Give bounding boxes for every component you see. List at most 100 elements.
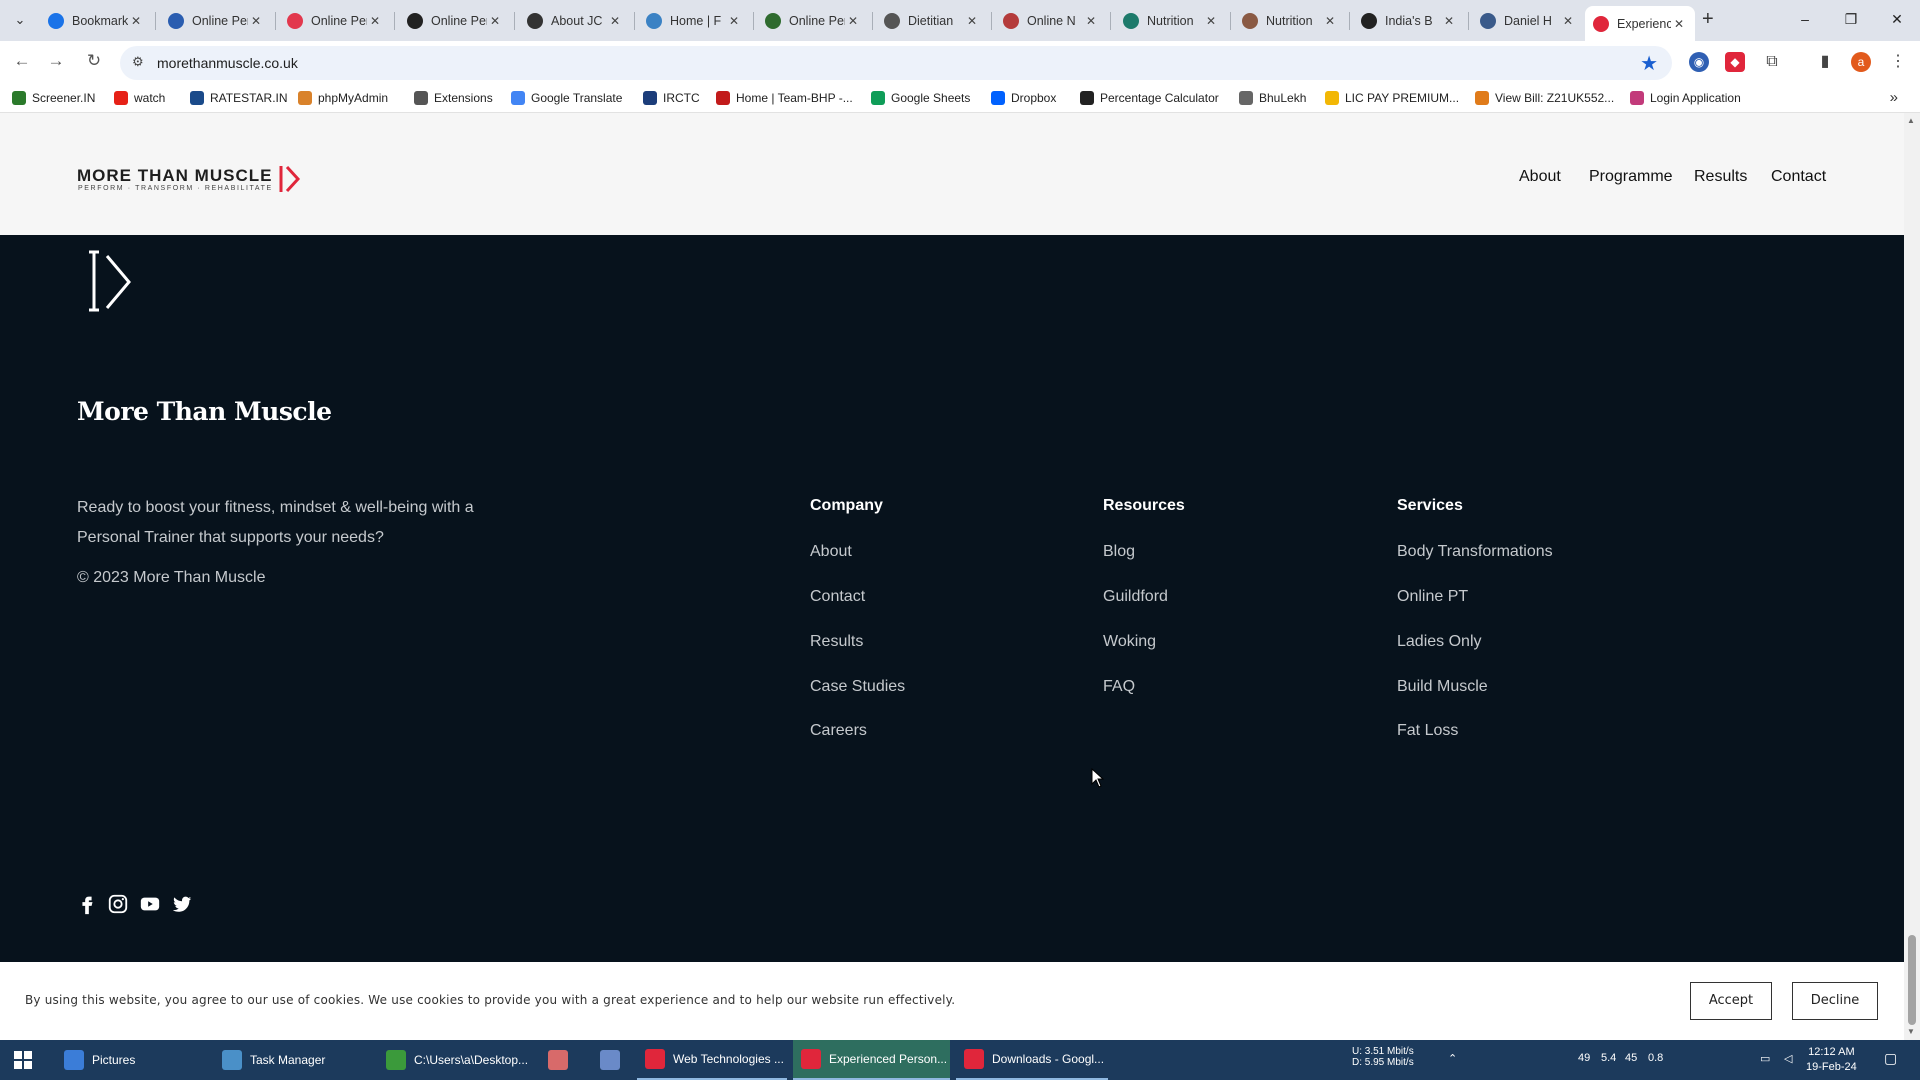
taskbar-app[interactable] bbox=[540, 1040, 576, 1080]
tab-search-icon[interactable]: ⌄ bbox=[8, 8, 32, 32]
browser-tab[interactable]: Experienced✕ bbox=[1585, 6, 1695, 41]
nav-about[interactable]: About bbox=[1519, 168, 1561, 186]
taskbar-app[interactable]: Web Technologies ... bbox=[637, 1040, 787, 1080]
footer-link[interactable]: Woking bbox=[1103, 633, 1156, 651]
bookmark-item[interactable]: IRCTC bbox=[643, 91, 700, 105]
nav-programme[interactable]: Programme bbox=[1589, 168, 1673, 186]
footer-link[interactable]: Build Muscle bbox=[1397, 678, 1488, 696]
more-bookmarks-icon[interactable]: » bbox=[1890, 89, 1898, 106]
bookmark-item[interactable]: Login Application bbox=[1630, 91, 1741, 105]
clock[interactable]: 12:12 AM 19-Feb-24 bbox=[1806, 1045, 1857, 1075]
browser-tab[interactable]: Daniel H ✕ bbox=[1472, 6, 1584, 36]
restore-button[interactable]: ❐ bbox=[1828, 5, 1874, 33]
footer-link[interactable]: About bbox=[810, 543, 852, 561]
bookmark-item[interactable]: Home | Team-BHP -... bbox=[716, 91, 853, 105]
tab-close-icon[interactable]: ✕ bbox=[1322, 14, 1338, 28]
taskbar-app[interactable]: Experienced Person... bbox=[793, 1040, 950, 1080]
footer-link[interactable]: Ladies Only bbox=[1397, 633, 1482, 651]
footer-link[interactable]: Blog bbox=[1103, 543, 1135, 561]
decline-cookies-button[interactable]: Decline bbox=[1792, 982, 1878, 1020]
footer-link[interactable]: Results bbox=[810, 633, 863, 651]
browser-tab[interactable]: Nutrition ✕ bbox=[1234, 6, 1346, 36]
bookmark-item[interactable]: watch bbox=[114, 91, 165, 105]
tab-close-icon[interactable]: ✕ bbox=[1083, 14, 1099, 28]
tab-close-icon[interactable]: ✕ bbox=[128, 14, 144, 28]
browser-tab[interactable]: Bookmarks✕ bbox=[40, 6, 152, 36]
accept-cookies-button[interactable]: Accept bbox=[1690, 982, 1772, 1020]
tab-close-icon[interactable]: ✕ bbox=[487, 14, 503, 28]
network-icon[interactable]: ▭ bbox=[1760, 1052, 1770, 1065]
adblock-extension-icon[interactable]: ◆ bbox=[1725, 52, 1745, 72]
browser-tab[interactable]: Online Personal✕ bbox=[399, 6, 511, 36]
footer-link[interactable]: Fat Loss bbox=[1397, 722, 1458, 740]
bookmark-item[interactable]: Extensions bbox=[414, 91, 493, 105]
bookmark-item[interactable]: Dropbox bbox=[991, 91, 1056, 105]
footer-link[interactable]: Online PT bbox=[1397, 588, 1468, 606]
facebook-icon[interactable] bbox=[76, 893, 98, 915]
taskbar-app[interactable]: Downloads - Googl... bbox=[956, 1040, 1108, 1080]
browser-tab[interactable]: Online Personal✕ bbox=[757, 6, 869, 36]
tab-close-icon[interactable]: ✕ bbox=[1203, 14, 1219, 28]
footer-link[interactable]: Guildford bbox=[1103, 588, 1168, 606]
bookmark-item[interactable]: Screener.IN bbox=[12, 91, 95, 105]
windows-start-icon[interactable] bbox=[14, 1051, 32, 1069]
scroll-up-icon[interactable]: ▲ bbox=[1907, 116, 1915, 125]
tab-close-icon[interactable]: ✕ bbox=[607, 14, 623, 28]
notifications-icon[interactable]: ▢ bbox=[1884, 1050, 1897, 1067]
forward-icon[interactable]: → bbox=[44, 51, 68, 71]
close-window-button[interactable]: ✕ bbox=[1874, 5, 1920, 33]
minimize-button[interactable]: – bbox=[1782, 5, 1828, 33]
footer-link[interactable]: Body Transformations bbox=[1397, 543, 1553, 561]
url-text[interactable]: morethanmuscle.co.uk bbox=[157, 55, 298, 71]
tab-close-icon[interactable]: ✕ bbox=[1441, 14, 1457, 28]
bookmark-item[interactable]: Google Translate bbox=[511, 91, 622, 105]
bookmark-item[interactable]: BhuLekh bbox=[1239, 91, 1306, 105]
site-info-icon[interactable]: ⚙ bbox=[132, 54, 144, 70]
footer-link[interactable]: Contact bbox=[810, 588, 865, 606]
extension-icon[interactable]: ◉ bbox=[1689, 52, 1709, 72]
taskbar-app[interactable]: Task Manager bbox=[214, 1040, 372, 1080]
back-icon[interactable]: ← bbox=[10, 51, 34, 71]
extensions-puzzle-icon[interactable]: ⧉ bbox=[1762, 52, 1782, 72]
tab-close-icon[interactable]: ✕ bbox=[367, 14, 383, 28]
browser-tab[interactable]: Online Personal✕ bbox=[279, 6, 391, 36]
tab-close-icon[interactable]: ✕ bbox=[1560, 14, 1576, 28]
volume-icon[interactable]: ◁ bbox=[1784, 1052, 1792, 1065]
nav-results[interactable]: Results bbox=[1694, 168, 1747, 186]
nav-contact[interactable]: Contact bbox=[1771, 168, 1826, 186]
tray-expand-icon[interactable]: ⌃ bbox=[1448, 1052, 1457, 1065]
footer-link[interactable]: FAQ bbox=[1103, 678, 1135, 696]
address-bar[interactable]: ⚙ morethanmuscle.co.uk ★ bbox=[120, 46, 1672, 80]
tab-close-icon[interactable]: ✕ bbox=[726, 14, 742, 28]
bookmark-item[interactable]: Percentage Calculator bbox=[1080, 91, 1219, 105]
menu-dots-icon[interactable]: ⋮ bbox=[1888, 52, 1908, 72]
reload-icon[interactable]: ↻ bbox=[82, 51, 106, 71]
bookmark-star-icon[interactable]: ★ bbox=[1640, 51, 1658, 76]
browser-tab[interactable]: Home | F ✕ bbox=[638, 6, 750, 36]
bookmark-item[interactable]: View Bill: Z21UK552... bbox=[1475, 91, 1614, 105]
taskbar-app[interactable] bbox=[592, 1040, 628, 1080]
browser-tab[interactable]: About JC ✕ bbox=[519, 6, 631, 36]
tab-close-icon[interactable]: ✕ bbox=[964, 14, 980, 28]
side-panel-icon[interactable]: ▮ bbox=[1815, 52, 1835, 72]
taskbar-app[interactable]: C:\Users\a\Desktop... bbox=[378, 1040, 532, 1080]
twitter-icon[interactable] bbox=[171, 893, 193, 915]
browser-tab[interactable]: Dietitian ✕ bbox=[876, 6, 988, 36]
youtube-icon[interactable] bbox=[139, 893, 161, 915]
browser-tab[interactable]: Nutrition ✕ bbox=[1115, 6, 1227, 36]
bookmark-item[interactable]: RATESTAR.IN bbox=[190, 91, 288, 105]
footer-link[interactable]: Case Studies bbox=[810, 678, 905, 696]
tab-close-icon[interactable]: ✕ bbox=[248, 14, 264, 28]
footer-link[interactable]: Careers bbox=[810, 722, 867, 740]
new-tab-button[interactable]: + bbox=[1702, 8, 1714, 31]
browser-tab[interactable]: Online N ✕ bbox=[995, 6, 1107, 36]
browser-tab[interactable]: Online Personal✕ bbox=[160, 6, 272, 36]
browser-tab[interactable]: India's B ✕ bbox=[1353, 6, 1465, 36]
site-logo[interactable]: MORE THAN MUSCLE bbox=[77, 166, 272, 186]
tab-close-icon[interactable]: ✕ bbox=[1671, 17, 1687, 31]
instagram-icon[interactable] bbox=[107, 893, 129, 915]
bookmark-item[interactable]: LIC PAY PREMIUM... bbox=[1325, 91, 1459, 105]
bookmark-item[interactable]: Google Sheets bbox=[871, 91, 970, 105]
taskbar-app[interactable]: Pictures bbox=[56, 1040, 206, 1080]
scrollbar-thumb[interactable] bbox=[1908, 935, 1916, 1025]
